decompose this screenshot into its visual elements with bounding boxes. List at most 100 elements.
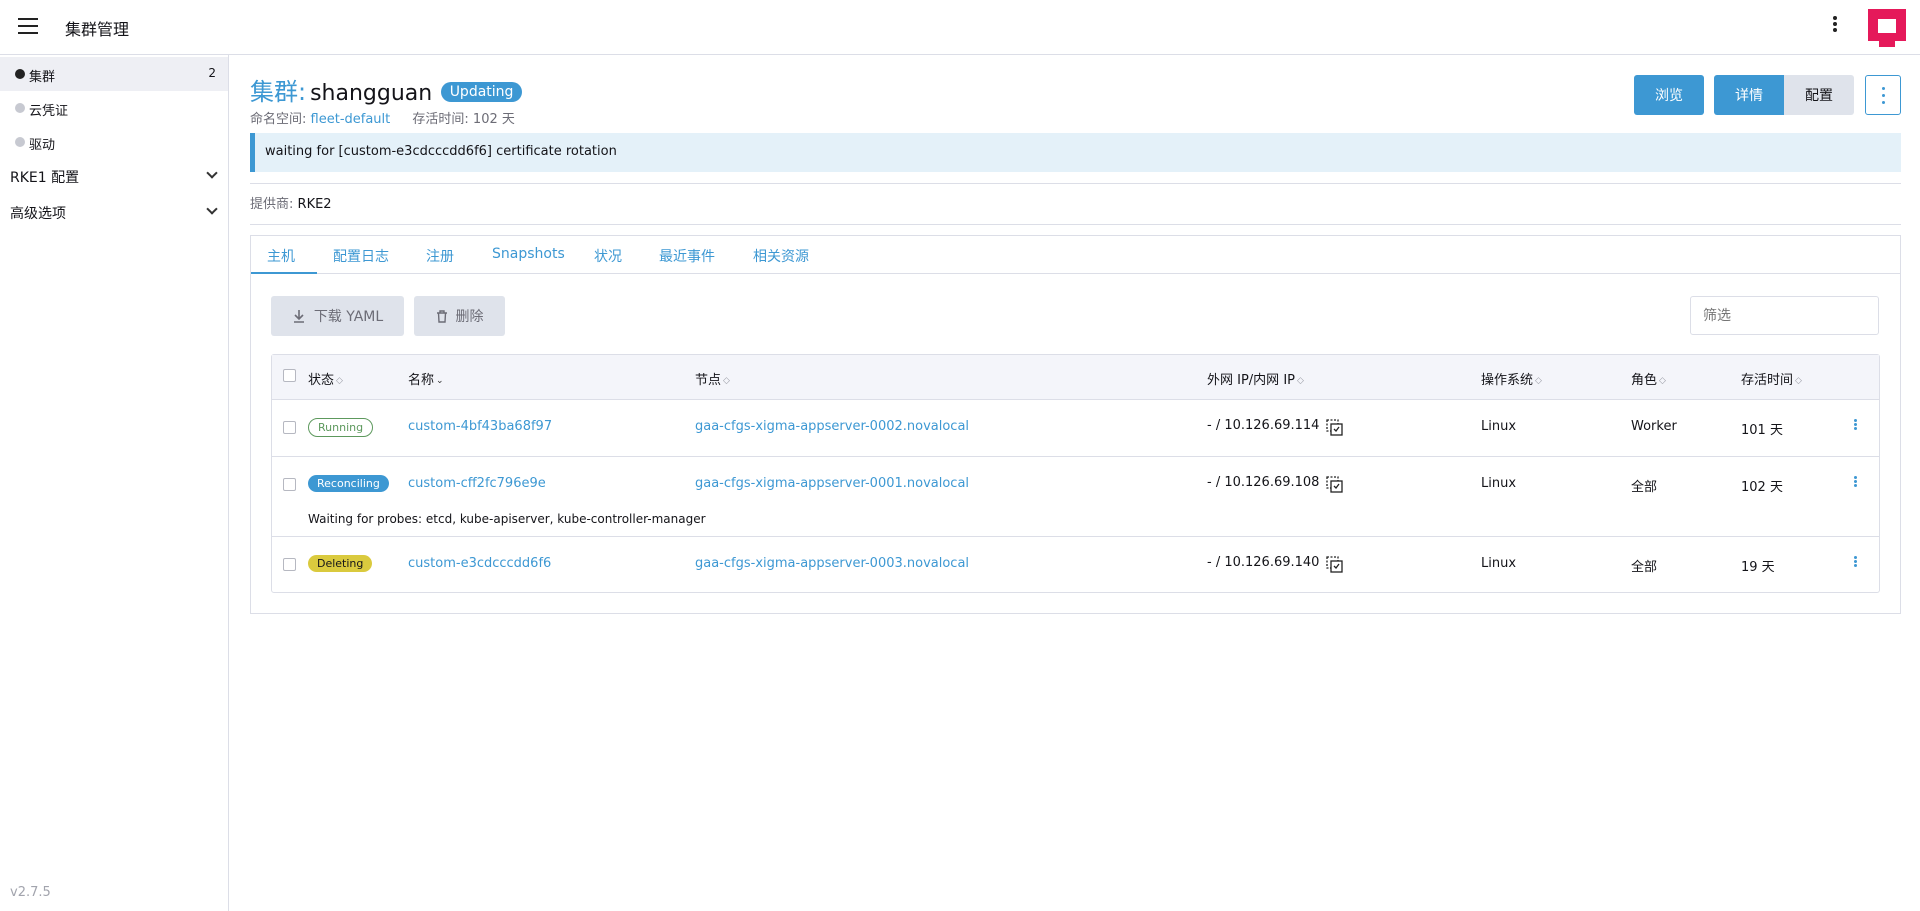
tab-machines[interactable]: 主机 <box>267 246 295 266</box>
machine-name-link[interactable]: custom-e3cdcccdd6f6 <box>408 556 551 571</box>
top-header: 集群管理 <box>0 0 1920 55</box>
col-header-role[interactable]: 角色 ◇ <box>1631 369 1666 388</box>
download-yaml-label: 下载 YAML <box>313 309 384 325</box>
row-checkbox[interactable] <box>283 558 296 571</box>
info-banner: waiting for [custom-e3cdcccdd6f6] certif… <box>250 133 1901 172</box>
cluster-meta: 命名空间: fleet-default 存活时间: 102 天 <box>250 108 515 127</box>
role-value: Worker <box>1631 419 1677 434</box>
sidebar-item-label: 驱动 <box>29 138 56 153</box>
sidebar-group-rke1[interactable]: RKE1 配置 <box>0 159 228 193</box>
config-button[interactable]: 配置 <box>1784 75 1854 115</box>
hamburger-icon[interactable] <box>18 18 38 34</box>
sort-icon: ◇ <box>1297 376 1304 386</box>
node-link[interactable]: gaa-cfgs-xigma-appserver-0003.novalocal <box>695 556 969 571</box>
age-value: 102 天 <box>1741 480 1783 495</box>
active-tab-indicator <box>251 272 317 274</box>
row-actions-kebab-icon[interactable] <box>1850 475 1860 493</box>
role-value: 全部 <box>1631 560 1658 575</box>
node-link[interactable]: gaa-cfgs-xigma-appserver-0001.novalocal <box>695 476 969 491</box>
sidebar-item-label: 集群 <box>29 70 56 85</box>
sort-icon: ⌄ <box>436 376 444 386</box>
app-title: 集群管理 <box>65 20 130 39</box>
namespace-label: 命名空间: <box>250 112 307 127</box>
sort-icon: ◇ <box>1535 376 1542 386</box>
row-divider <box>272 456 1879 457</box>
col-header-name[interactable]: 名称 ⌄ <box>408 369 444 388</box>
tabs-panel: 主机 配置日志 注册 Snapshots 状况 最近事件 相关资源 下载 YAM… <box>250 235 1901 614</box>
sort-icon: ◇ <box>1659 376 1666 386</box>
header-more-icon[interactable] <box>1828 14 1842 38</box>
download-icon <box>293 310 304 323</box>
row-checkbox[interactable] <box>283 478 296 491</box>
namespace-link[interactable]: fleet-default <box>311 112 391 127</box>
sidebar-item-drivers[interactable]: 驱动 <box>0 125 228 159</box>
sidebar-item-clusters[interactable]: 集群 2 <box>0 57 228 91</box>
filter-input[interactable] <box>1690 296 1879 335</box>
tab-provisioning-log[interactable]: 配置日志 <box>333 246 389 266</box>
status-badge: Updating <box>440 82 523 102</box>
os-value: Linux <box>1481 419 1517 434</box>
row-checkbox[interactable] <box>283 421 296 434</box>
sidebar-group-label: RKE1 配置 <box>10 170 80 186</box>
sidebar-item-cloud-credentials[interactable]: 云凭证 <box>0 91 228 125</box>
status-badge: Deleting <box>308 555 373 572</box>
sort-icon: ◇ <box>723 376 730 386</box>
row-actions-kebab-icon[interactable] <box>1850 555 1860 573</box>
col-header-os[interactable]: 操作系统 ◇ <box>1481 369 1542 388</box>
tab-recent-events[interactable]: 最近事件 <box>659 246 715 266</box>
row-detail-message: Waiting for probes: etcd, kube-apiserver… <box>308 512 706 526</box>
circle-icon <box>15 103 25 113</box>
table-header: 状态 ◇ 名称 ⌄ 节点 ◇ 外网 IP/内网 IP ◇ 操作系统 ◇ 角色 ◇ 存活时间 ◇ <box>272 355 1879 400</box>
col-header-ip[interactable]: 外网 IP/内网 IP ◇ <box>1207 369 1304 388</box>
sort-icon: ◇ <box>1795 376 1802 386</box>
copy-icon[interactable] <box>1326 476 1343 493</box>
row-divider <box>272 536 1879 537</box>
col-header-node[interactable]: 节点 ◇ <box>695 369 730 388</box>
explore-button[interactable]: 浏览 <box>1634 75 1704 115</box>
machine-name-link[interactable]: custom-cff2fc796e9e <box>408 476 546 491</box>
tab-registration[interactable]: 注册 <box>426 246 454 266</box>
col-header-label: 外网 IP/内网 IP <box>1207 373 1295 388</box>
sidebar: 集群 2 云凭证 驱动 RKE1 配置 高级选项 v2.7.5 <box>0 55 229 911</box>
age-value: 102 天 <box>472 112 515 127</box>
status-badge: Running <box>308 418 374 437</box>
copy-icon[interactable] <box>1326 419 1343 436</box>
chevron-down-icon <box>206 203 218 215</box>
col-header-age[interactable]: 存活时间 ◇ <box>1741 369 1802 388</box>
os-value: Linux <box>1481 476 1517 491</box>
machines-table: 状态 ◇ 名称 ⌄ 节点 ◇ 外网 IP/内网 IP ◇ 操作系统 ◇ 角色 ◇ 存活时间 ◇… <box>271 354 1880 593</box>
chevron-down-icon <box>206 167 218 179</box>
col-header-label: 节点 <box>695 373 722 388</box>
sidebar-item-label: 云凭证 <box>29 104 69 119</box>
sidebar-group-advanced[interactable]: 高级选项 <box>0 195 228 229</box>
role-value: 全部 <box>1631 480 1658 495</box>
copy-icon[interactable] <box>1326 556 1343 573</box>
col-header-label: 操作系统 <box>1481 373 1534 388</box>
age-value: 101 天 <box>1741 423 1783 438</box>
trash-icon <box>436 309 447 323</box>
circle-icon <box>15 137 25 147</box>
col-header-state[interactable]: 状态 ◇ <box>308 369 343 388</box>
tab-snapshots[interactable]: Snapshots <box>492 246 565 262</box>
sidebar-group-label: 高级选项 <box>10 206 66 222</box>
tab-related-resources[interactable]: 相关资源 <box>753 246 809 266</box>
more-actions-button[interactable] <box>1865 75 1901 115</box>
machine-name-link[interactable]: custom-4bf43ba68f97 <box>408 419 552 434</box>
provider-label: 提供商: <box>250 197 294 212</box>
col-header-label: 状态 <box>308 373 335 388</box>
row-actions-kebab-icon[interactable] <box>1850 418 1860 436</box>
version-label: v2.7.5 <box>10 885 51 900</box>
download-yaml-button[interactable]: 下载 YAML <box>271 296 404 336</box>
os-value: Linux <box>1481 556 1517 571</box>
delete-button[interactable]: 删除 <box>414 296 505 336</box>
tab-conditions[interactable]: 状况 <box>594 246 622 266</box>
brand-logo-icon[interactable] <box>1868 9 1906 47</box>
tab-bar: 主机 配置日志 注册 Snapshots 状况 最近事件 相关资源 <box>251 236 1900 274</box>
select-all-checkbox[interactable] <box>283 369 296 382</box>
age-value: 19 天 <box>1741 560 1775 575</box>
node-link[interactable]: gaa-cfgs-xigma-appserver-0002.novalocal <box>695 419 969 434</box>
cluster-name: shangguan <box>310 81 433 106</box>
detail-button[interactable]: 详情 <box>1714 75 1784 115</box>
title-prefix: 集群: <box>250 78 307 106</box>
delete-label: 删除 <box>455 309 484 325</box>
